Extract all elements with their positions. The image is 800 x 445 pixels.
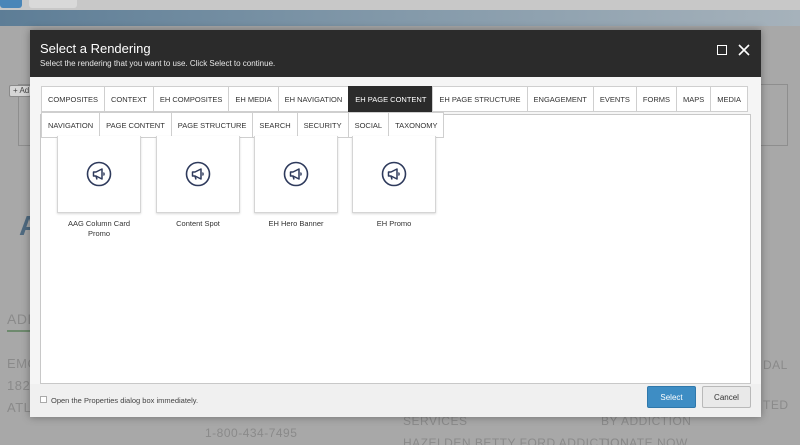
rendering-label: Content Spot <box>176 219 220 228</box>
tab-page-structure[interactable]: PAGE STRUCTURE <box>170 112 254 138</box>
select-button[interactable]: Select <box>647 386 696 408</box>
rendering-thumbnail[interactable] <box>57 136 141 213</box>
tab-maps[interactable]: MAPS <box>676 86 712 112</box>
rendering-label: AAG Column Card Promo <box>67 219 131 238</box>
background-text: 1-800-434-7495 <box>205 426 298 440</box>
background-text: DONATE NOW <box>601 436 688 445</box>
tab-events[interactable]: EVENTS <box>592 86 637 112</box>
background-add-chip: + Ad <box>9 85 31 97</box>
tab-eh-composites[interactable]: EH COMPOSITES <box>152 86 230 112</box>
rendering-thumbnail[interactable] <box>352 136 436 213</box>
tab-context[interactable]: CONTEXT <box>104 86 154 112</box>
megaphone-icon <box>185 161 211 187</box>
megaphone-icon <box>381 161 407 187</box>
rendering-item-aag-column-card-promo[interactable]: AAG Column Card Promo <box>57 136 141 239</box>
rendering-thumbnail[interactable] <box>156 136 240 213</box>
tab-eh-navigation[interactable]: EH NAVIGATION <box>277 86 350 112</box>
tab-eh-page-structure[interactable]: EH PAGE STRUCTURE <box>432 86 528 112</box>
dialog-footer: Open the Properties dialog box immediate… <box>30 384 761 417</box>
background-toolbar-button <box>0 0 22 8</box>
maximize-icon[interactable] <box>714 42 730 58</box>
tab-row-1: COMPOSITES CONTEXT EH COMPOSITES EH MEDI… <box>41 86 749 112</box>
tab-composites[interactable]: COMPOSITES <box>41 86 106 112</box>
tab-forms[interactable]: FORMS <box>635 86 677 112</box>
tab-row-2: NAVIGATION PAGE CONTENT PAGE STRUCTURE S… <box>41 112 445 138</box>
tab-search[interactable]: SEARCH <box>252 112 298 138</box>
cancel-button[interactable]: Cancel <box>702 386 751 408</box>
tab-engagement[interactable]: ENGAGEMENT <box>526 86 594 112</box>
tab-security[interactable]: SECURITY <box>296 112 349 138</box>
tab-social[interactable]: SOCIAL <box>347 112 390 138</box>
open-properties-label[interactable]: Open the Properties dialog box immediate… <box>51 396 198 405</box>
rendering-item-eh-hero-banner[interactable]: EH Hero Banner <box>254 136 338 229</box>
megaphone-icon <box>86 161 112 187</box>
background-banner <box>0 10 800 26</box>
background-text: DAL <box>763 358 788 372</box>
dialog-subtitle: Select the rendering that you want to us… <box>40 59 276 68</box>
megaphone-icon <box>283 161 309 187</box>
tab-page-content[interactable]: PAGE CONTENT <box>99 112 172 138</box>
close-icon[interactable] <box>736 42 752 58</box>
tab-eh-media[interactable]: EH MEDIA <box>228 86 279 112</box>
dialog-header: Select a Rendering Select the rendering … <box>30 30 761 77</box>
tab-eh-page-content[interactable]: EH PAGE CONTENT <box>348 86 434 112</box>
dialog-title: Select a Rendering <box>40 41 151 56</box>
rendering-label: EH Hero Banner <box>268 219 324 228</box>
tab-media[interactable]: MEDIA <box>710 86 749 112</box>
tab-navigation[interactable]: NAVIGATION <box>41 112 101 138</box>
background-toolbar <box>0 0 800 10</box>
rendering-item-eh-promo[interactable]: EH Promo <box>352 136 436 229</box>
select-rendering-dialog: Select a Rendering Select the rendering … <box>30 30 761 417</box>
open-properties-checkbox[interactable] <box>40 396 47 403</box>
background-text: TED <box>763 398 789 412</box>
rendering-thumbnail[interactable] <box>254 136 338 213</box>
background-text: HAZELDEN BETTY FORD ADDICTION <box>403 436 630 445</box>
background-toolbar-button <box>29 0 77 8</box>
rendering-item-content-spot[interactable]: Content Spot <box>156 136 240 229</box>
tab-taxonomy[interactable]: TAXONOMY <box>388 112 445 138</box>
rendering-label: EH Promo <box>376 219 412 228</box>
